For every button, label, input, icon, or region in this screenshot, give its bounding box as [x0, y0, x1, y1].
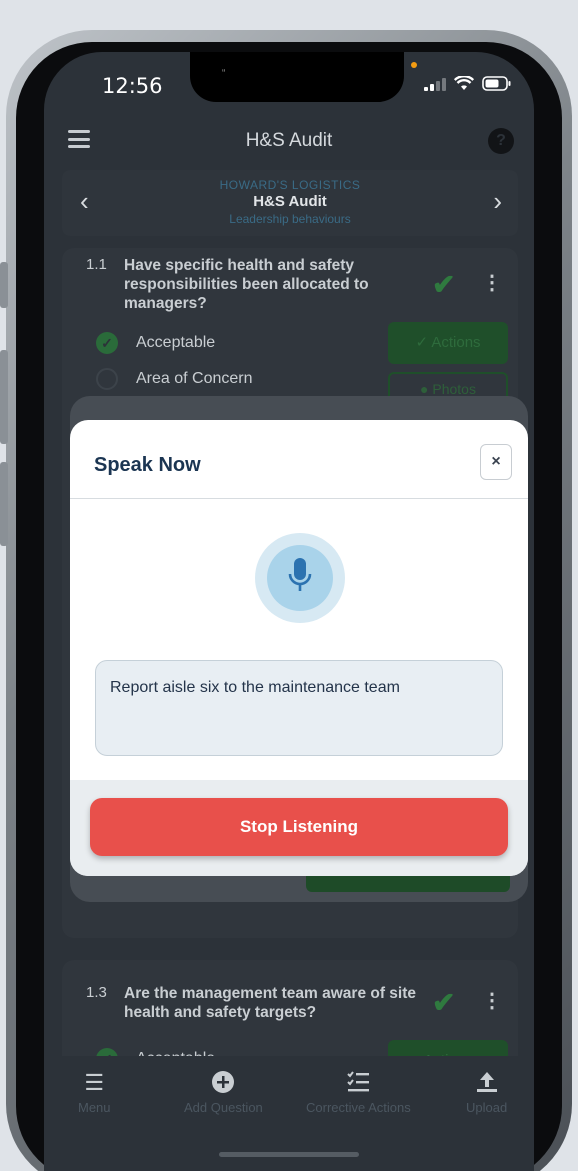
- question-text: Are the management team aware of site he…: [124, 985, 417, 1021]
- page-title: H&S Audit: [245, 130, 333, 151]
- nav-label: Corrective Actions: [306, 1100, 411, 1115]
- check-icon: ✔: [432, 987, 456, 1018]
- menu-icon: ☰: [84, 1070, 105, 1095]
- home-indicator: [219, 1152, 359, 1157]
- nav-item-add-question[interactable]: Add Question: [184, 1070, 263, 1115]
- option-radio[interactable]: [96, 368, 118, 390]
- upload-icon: [466, 1070, 507, 1096]
- side-button: [0, 262, 8, 308]
- help-icon[interactable]: ?: [488, 128, 514, 154]
- section-name: Leadership behaviours: [229, 212, 351, 226]
- wifi-icon: [454, 76, 474, 90]
- actions-button-label: Actions: [431, 334, 481, 351]
- actions-button[interactable]: ✓ Actions: [388, 322, 508, 364]
- status-time: 12:56: [102, 74, 163, 98]
- side-button: [0, 350, 8, 444]
- checklist-icon: [306, 1070, 411, 1096]
- modal-title: Speak Now: [94, 454, 201, 476]
- nav-item-corrective-actions[interactable]: Corrective Actions: [306, 1070, 411, 1115]
- app-header: H&S Audit ?: [44, 120, 534, 164]
- question-text: Have specific health and safety responsi…: [124, 257, 369, 312]
- more-options-icon[interactable]: ⋮: [482, 988, 502, 1013]
- audit-name: H&S Audit: [253, 193, 327, 210]
- audit-context-bar: ‹ HOWARD'S LOGISTICS H&S Audit Leadershi…: [62, 170, 518, 236]
- side-button: [0, 462, 8, 546]
- transcript-text: Report aisle six to the maintenance team: [95, 660, 503, 756]
- nav-label: Menu: [78, 1100, 111, 1115]
- status-icons: [424, 76, 512, 91]
- more-options-icon[interactable]: ⋮: [482, 270, 502, 295]
- divider: [70, 498, 528, 499]
- company-name: HOWARD'S LOGISTICS: [219, 178, 361, 192]
- plus-circle-icon: [184, 1070, 263, 1096]
- nav-item-menu[interactable]: ☰ Menu: [78, 1070, 111, 1115]
- microphone-icon: [288, 558, 312, 591]
- mic-in-use-indicator: [411, 62, 417, 68]
- option-radio-selected[interactable]: ✓: [96, 332, 118, 354]
- photos-button-label: Photos: [432, 381, 476, 397]
- battery-icon: [482, 76, 511, 91]
- nav-label: Upload: [466, 1100, 508, 1115]
- check-icon: ✔: [432, 269, 456, 300]
- question-number: 1.1: [86, 256, 107, 273]
- app-screen: 12:56 “ H&S Audit ? ‹ HOWARD'S LOGISTICS…: [44, 52, 534, 1171]
- option-label: Acceptable: [136, 334, 216, 351]
- chevron-right-icon[interactable]: ›: [493, 186, 502, 217]
- stop-listening-button[interactable]: Stop Listening: [90, 798, 508, 856]
- signal-icon: [424, 77, 446, 91]
- option-label: Area of Concern: [136, 370, 253, 387]
- nav-item-upload[interactable]: Upload: [466, 1070, 507, 1115]
- question-number: 1.3: [86, 984, 107, 1001]
- notch-dot: “: [222, 68, 226, 79]
- nav-label: Add Question: [184, 1100, 263, 1115]
- close-icon[interactable]: ×: [480, 444, 512, 480]
- speak-now-modal: Speak Now × Report aisle six to the main…: [70, 420, 528, 876]
